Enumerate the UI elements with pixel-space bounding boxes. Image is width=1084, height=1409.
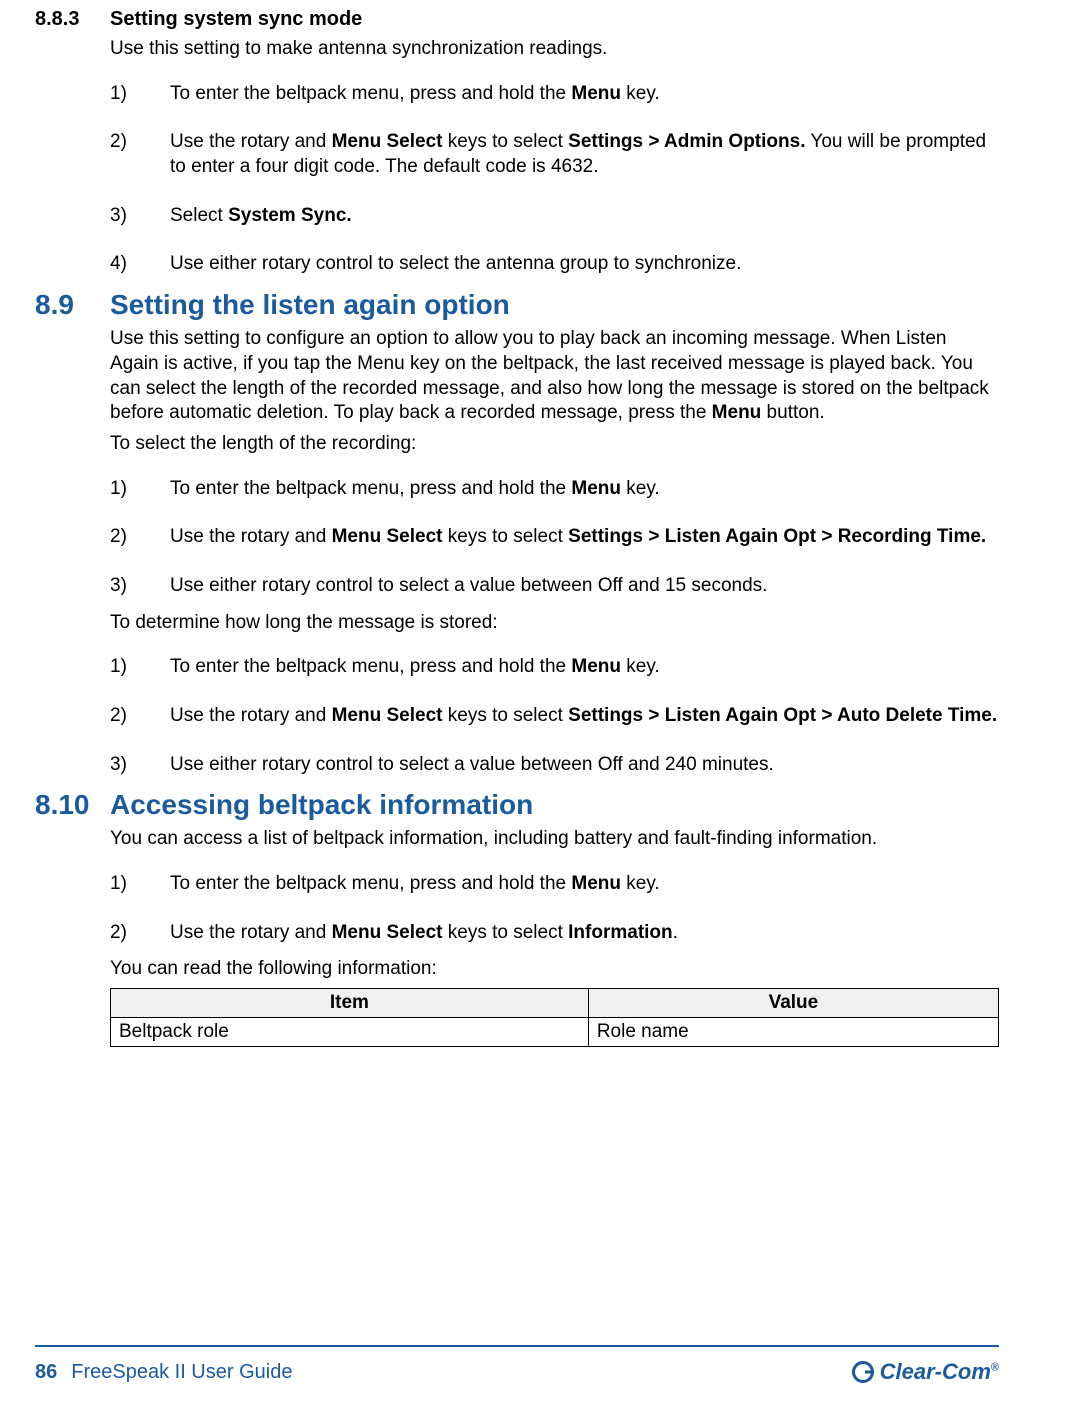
list-item: 1) To enter the beltpack menu, press and…: [110, 872, 999, 897]
list-content: To enter the beltpack menu, press and ho…: [170, 872, 999, 897]
list-item: 3) Select System Sync.: [110, 204, 999, 229]
intro-89: Use this setting to configure an option …: [110, 327, 999, 426]
table-header-item: Item: [111, 989, 589, 1018]
list-item: 4) Use either rotary control to select t…: [110, 252, 999, 277]
list-content: Use the rotary and Menu Select keys to s…: [170, 525, 999, 550]
steps-89b: 1) To enter the beltpack menu, press and…: [110, 655, 999, 777]
list-marker: 2): [110, 130, 170, 179]
list-marker: 1): [110, 82, 170, 107]
list-marker: 2): [110, 704, 170, 729]
list-marker: 2): [110, 921, 170, 946]
heading-810: 8.10 Accessing beltpack information: [35, 789, 999, 821]
list-content: To enter the beltpack menu, press and ho…: [170, 477, 999, 502]
list-content: Use the rotary and Menu Select keys to s…: [170, 704, 999, 729]
list-marker: 3): [110, 204, 170, 229]
heading-89: 8.9 Setting the listen again option: [35, 289, 999, 321]
list-marker: 1): [110, 477, 170, 502]
footer: 86 FreeSpeak II User Guide Clear-Com®: [35, 1359, 999, 1385]
list-marker: 3): [110, 753, 170, 778]
heading-number: 8.8.3: [35, 8, 110, 31]
list-item: 3) Use either rotary control to select a…: [110, 574, 999, 599]
table-header-row: Item Value: [111, 989, 999, 1018]
clearcom-icon: [852, 1361, 874, 1383]
list-item: 1) To enter the beltpack menu, press and…: [110, 655, 999, 680]
list-content: Use either rotary control to select a va…: [170, 574, 999, 599]
list-item: 1) To enter the beltpack menu, press and…: [110, 82, 999, 107]
list-item: 1) To enter the beltpack menu, press and…: [110, 477, 999, 502]
heading-number: 8.10: [35, 789, 110, 821]
footer-left: 86 FreeSpeak II User Guide: [35, 1361, 292, 1384]
table-cell-value: Role name: [588, 1018, 998, 1047]
list-item: 2) Use the rotary and Menu Select keys t…: [110, 130, 999, 179]
list-content: Use the rotary and Menu Select keys to s…: [170, 921, 999, 946]
table-header-value: Value: [588, 989, 998, 1018]
list-marker: 1): [110, 872, 170, 897]
intro-810: You can access a list of beltpack inform…: [110, 827, 999, 852]
list-content: Use either rotary control to select a va…: [170, 753, 999, 778]
list-marker: 4): [110, 252, 170, 277]
table-row: Beltpack role Role name: [111, 1018, 999, 1047]
intro-883: Use this setting to make antenna synchro…: [110, 37, 999, 62]
brand-logo: Clear-Com®: [852, 1359, 999, 1385]
footer-divider: [35, 1345, 999, 1347]
steps-810: 1) To enter the beltpack menu, press and…: [110, 872, 999, 945]
heading-title: Accessing beltpack information: [110, 789, 533, 821]
heading-title: Setting system sync mode: [110, 8, 362, 31]
list-item: 2) Use the rotary and Menu Select keys t…: [110, 525, 999, 550]
heading-number: 8.9: [35, 289, 110, 321]
list-item: 2) Use the rotary and Menu Select keys t…: [110, 704, 999, 729]
list-content: Use the rotary and Menu Select keys to s…: [170, 130, 999, 179]
guide-name: FreeSpeak II User Guide: [71, 1361, 292, 1384]
brand-name: Clear-Com®: [880, 1359, 999, 1385]
outro-810: You can read the following information:: [110, 957, 999, 982]
list-content: Select System Sync.: [170, 204, 999, 229]
list-content: Use either rotary control to select the …: [170, 252, 999, 277]
heading-883: 8.8.3 Setting system sync mode: [35, 8, 999, 31]
list-content: To enter the beltpack menu, press and ho…: [170, 82, 999, 107]
page-number: 86: [35, 1361, 57, 1384]
steps-883: 1) To enter the beltpack menu, press and…: [110, 82, 999, 277]
list-marker: 3): [110, 574, 170, 599]
table-cell-item: Beltpack role: [111, 1018, 589, 1047]
list-item: 2) Use the rotary and Menu Select keys t…: [110, 921, 999, 946]
steps-89a: 1) To enter the beltpack menu, press and…: [110, 477, 999, 599]
list-content: To enter the beltpack menu, press and ho…: [170, 655, 999, 680]
list-marker: 1): [110, 655, 170, 680]
list-marker: 2): [110, 525, 170, 550]
info-table: Item Value Beltpack role Role name: [110, 988, 999, 1047]
sub2-89: To determine how long the message is sto…: [110, 611, 999, 636]
list-item: 3) Use either rotary control to select a…: [110, 753, 999, 778]
heading-title: Setting the listen again option: [110, 289, 510, 321]
sub1-89: To select the length of the recording:: [110, 432, 999, 457]
